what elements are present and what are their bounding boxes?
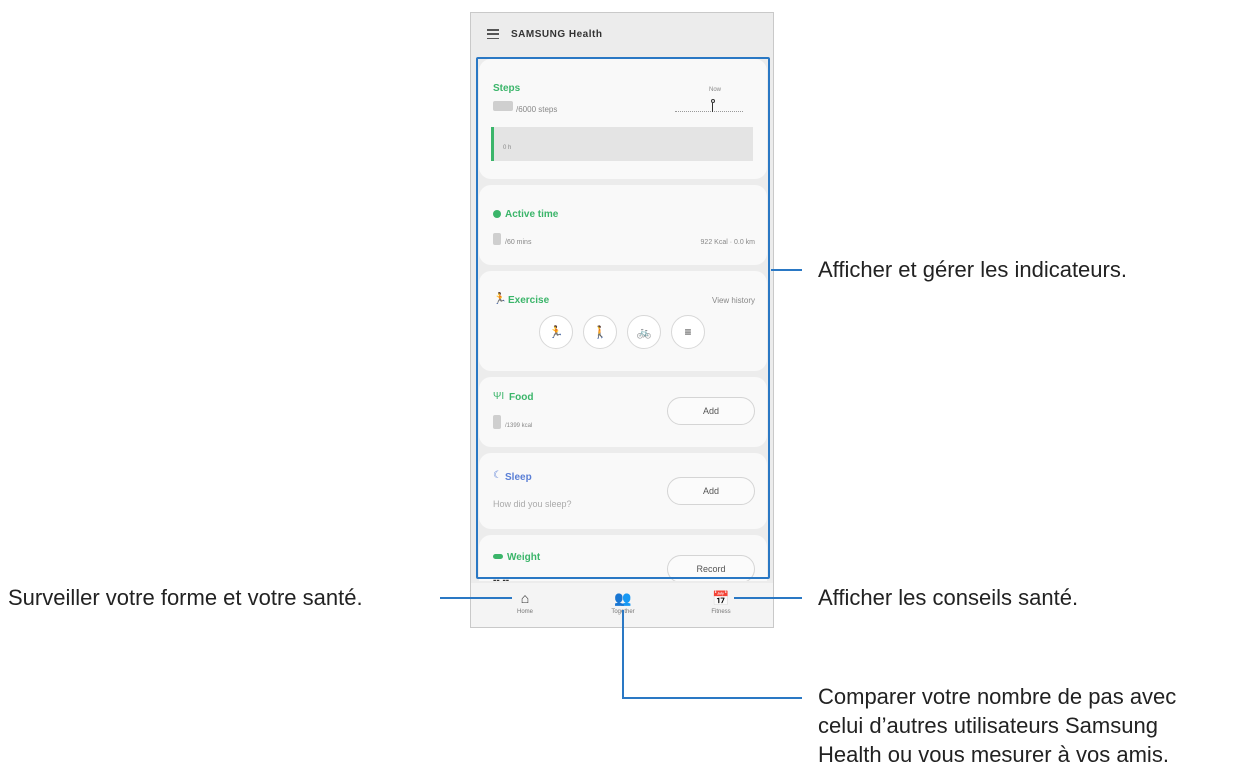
app-title: SAMSUNG Health bbox=[511, 28, 603, 40]
indicators-callout-line bbox=[771, 269, 802, 271]
home-callout: Surveiller votre forme et votre santé. bbox=[8, 585, 363, 610]
people-icon: 👥 bbox=[614, 590, 632, 606]
nav-fitness[interactable]: 📅 Fitness bbox=[691, 589, 751, 615]
trackers-highlight-frame bbox=[476, 57, 770, 579]
nav-fitness-label: Fitness bbox=[711, 609, 731, 615]
indicators-callout: Afficher et gérer les indicateurs. bbox=[818, 257, 1127, 282]
together-callout-line-horizontal bbox=[622, 697, 802, 699]
nav-home[interactable]: ⌂ Home bbox=[495, 589, 555, 615]
app-bar: SAMSUNG Health bbox=[471, 13, 773, 55]
together-callout-line3: Health ou vous mesurer à vos amis. bbox=[818, 742, 1169, 767]
together-callout-line1: Comparer votre nombre de pas avec bbox=[818, 684, 1177, 709]
nav-home-label: Home bbox=[516, 609, 533, 615]
together-callout-line-vertical bbox=[622, 610, 624, 698]
hamburger-icon[interactable] bbox=[487, 29, 499, 39]
fitness-callout-line bbox=[734, 597, 802, 599]
fitness-callout: Afficher les conseils santé. bbox=[818, 585, 1079, 610]
home-callout-line bbox=[440, 597, 512, 599]
together-callout-line2: celui d’autres utilisateurs Samsung bbox=[818, 713, 1158, 738]
